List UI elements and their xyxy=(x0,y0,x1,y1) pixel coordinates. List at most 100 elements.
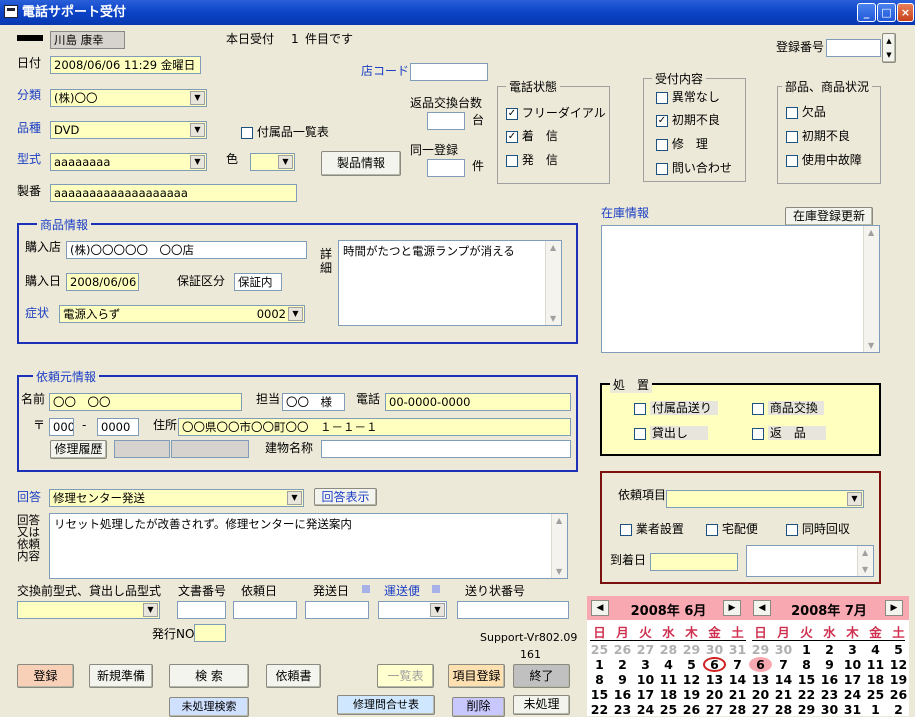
checkbox-icon[interactable] xyxy=(752,402,764,415)
model-select[interactable]: aaaaaaaa ▼ xyxy=(50,153,207,171)
close-button[interactable]: × xyxy=(897,3,914,22)
checkbox-icon[interactable] xyxy=(620,523,632,536)
calendar-day[interactable]: 30 xyxy=(818,702,841,717)
calendar-day[interactable]: 25 xyxy=(657,702,680,717)
zip1-field[interactable]: 000 xyxy=(49,418,74,436)
phone-freedial-checkbox[interactable]: ✓ フリーダイアル xyxy=(506,105,606,121)
calendar-day[interactable]: 26 xyxy=(680,702,703,717)
chevron-down-icon[interactable]: ▼ xyxy=(190,123,205,137)
phone-outgoing-checkbox[interactable]: 発 信 xyxy=(506,152,558,168)
chevron-down-icon[interactable]: ▼ xyxy=(430,603,445,617)
calendar-day[interactable]: 17 xyxy=(634,687,657,702)
exchange-model-select[interactable]: ▼ xyxy=(17,601,160,619)
calendar-day[interactable]: 29 xyxy=(680,642,703,657)
calendar-day[interactable]: 18 xyxy=(864,672,887,687)
reception-inquiry-checkbox[interactable]: 問い合わせ xyxy=(656,160,732,176)
checkbox-icon[interactable] xyxy=(634,427,646,440)
calendar-day[interactable]: 28 xyxy=(657,642,680,657)
detail-textarea[interactable]: 時間がたつと電源ランプが消える xyxy=(338,240,562,326)
action-accessory-send-checkbox[interactable]: 付属品送り xyxy=(634,400,718,416)
calendar-day[interactable]: 8 xyxy=(795,657,818,672)
calendar-day[interactable]: 24 xyxy=(634,702,657,717)
arrival-field[interactable] xyxy=(650,553,738,571)
calendar-day[interactable]: 10 xyxy=(634,672,657,687)
calendar-day[interactable]: 21 xyxy=(726,687,749,702)
phone-incoming-checkbox[interactable]: ✓ 着 信 xyxy=(506,128,558,144)
calendar-day[interactable]: 28 xyxy=(726,702,749,717)
calendar-day[interactable]: 19 xyxy=(887,672,910,687)
calendar-day[interactable]: 29 xyxy=(749,642,772,657)
person-field[interactable]: 〇〇 様 xyxy=(282,393,345,411)
checkbox-icon[interactable] xyxy=(706,523,718,536)
calendar-day[interactable]: 15 xyxy=(588,687,611,702)
calendar-day[interactable]: 28 xyxy=(772,702,795,717)
kind-select[interactable]: DVD ▼ xyxy=(50,121,207,139)
shop-field[interactable]: (株)〇〇〇〇〇 〇〇店 xyxy=(66,241,307,259)
calendar-day[interactable]: 13 xyxy=(749,672,772,687)
chevron-down-icon[interactable]: ▼ xyxy=(190,155,205,169)
checkbox-icon[interactable] xyxy=(656,138,668,151)
checkbox-icon[interactable] xyxy=(656,91,668,104)
chevron-down-icon[interactable]: ▼ xyxy=(190,91,205,105)
checkbox-icon[interactable] xyxy=(656,162,668,175)
category-select[interactable]: (株)〇〇 ▼ xyxy=(50,89,207,107)
checkbox-icon[interactable] xyxy=(634,402,646,415)
calendar-june-days[interactable]: 25 26 27 28 29 30 31 1 2 3 4 5 6 7 8 9 10 11 12 13 14 15 16 17 1… xyxy=(588,642,749,717)
calendar-day[interactable]: 4 xyxy=(657,657,680,672)
accessory-list-checkbox[interactable]: 付属品一覧表 xyxy=(241,124,329,140)
parts-in-use-failure-checkbox[interactable]: 使用中故障 xyxy=(786,152,862,168)
calendar-day[interactable]: 8 xyxy=(588,672,611,687)
calendar-day[interactable]: 31 xyxy=(841,702,864,717)
calendar-day[interactable]: 24 xyxy=(841,687,864,702)
color-select[interactable]: ▼ xyxy=(250,153,295,171)
calendar-day[interactable]: 2 xyxy=(818,642,841,657)
calendar-day[interactable]: 13 xyxy=(703,672,726,687)
purchase-date-field[interactable]: 2008/06/06 xyxy=(66,273,139,291)
pending-button[interactable]: 未処理 xyxy=(513,695,570,715)
reg-no-spinner[interactable]: ▲ ▼ xyxy=(882,33,896,63)
search-button[interactable]: 検 索 xyxy=(169,664,249,688)
calendar-day[interactable]: 22 xyxy=(588,702,611,717)
action-return-checkbox[interactable]: 返 品 xyxy=(752,425,826,441)
calendar-day[interactable]: 21 xyxy=(772,687,795,702)
request-doc-button[interactable]: 依頼書 xyxy=(266,664,321,688)
calendar-july-days[interactable]: 29 30 1 2 3 4 5 6 7 8 9 10 11 12 13 14 15 16 17 18 19 20 21 22 2… xyxy=(749,642,910,717)
reception-repair-checkbox[interactable]: 修 理 xyxy=(656,136,708,152)
calendar-day[interactable]: 25 xyxy=(864,687,887,702)
calendar-day-today[interactable]: 6 xyxy=(703,657,726,672)
calendar-day[interactable]: 2 xyxy=(611,657,634,672)
calendar-july[interactable]: ◀ 2008年 7月 ▶ 日月火水木金土 29 30 1 2 3 4 5 6 7 8 9 10 11 12… xyxy=(749,596,910,717)
reception-normal-checkbox[interactable]: 異常なし xyxy=(656,89,720,105)
calendar-day[interactable]: 9 xyxy=(818,657,841,672)
checkbox-icon[interactable] xyxy=(786,130,798,143)
minimize-button[interactable]: _ xyxy=(857,3,876,22)
calendar-day[interactable]: 16 xyxy=(818,672,841,687)
action-loan-checkbox[interactable]: 貸出し xyxy=(634,425,708,441)
maximize-button[interactable]: □ xyxy=(877,3,896,22)
reg-no-field[interactable] xyxy=(826,39,881,57)
calendar-day[interactable]: 11 xyxy=(864,657,887,672)
calendar-day[interactable]: 11 xyxy=(657,672,680,687)
calendar-day[interactable]: 27 xyxy=(634,642,657,657)
slip-no-field[interactable] xyxy=(457,601,569,619)
chevron-down-icon[interactable]: ▼ xyxy=(143,603,158,617)
calendar-day[interactable]: 12 xyxy=(680,672,703,687)
calendar-day[interactable]: 7 xyxy=(726,657,749,672)
request-installer-checkbox[interactable]: 業者設置 xyxy=(620,521,684,537)
scrollbar[interactable] xyxy=(551,514,567,578)
reception-initial-defect-checkbox[interactable]: ✓ 初期不良 xyxy=(656,112,720,128)
calendar-day[interactable]: 14 xyxy=(726,672,749,687)
calendar-day[interactable]: 30 xyxy=(772,642,795,657)
calendar-day[interactable]: 1 xyxy=(795,642,818,657)
unprocessed-search-button[interactable]: 未処理検索 xyxy=(169,697,249,717)
calendar-day[interactable]: 18 xyxy=(657,687,680,702)
calendar-day-today[interactable]: 6 xyxy=(749,657,772,672)
calendar-day[interactable]: 26 xyxy=(887,687,910,702)
item-register-button[interactable]: 項目登録 xyxy=(448,664,505,688)
symptom-select[interactable]: 電源入らず 0002 ▼ xyxy=(59,305,305,323)
tel-field[interactable]: 00-0000-0000 xyxy=(385,393,571,411)
calendar-day[interactable]: 30 xyxy=(703,642,726,657)
check-icon[interactable]: ✓ xyxy=(506,130,518,143)
title-bar[interactable]: 電話サポート受付 _ □ × xyxy=(0,0,915,25)
calendar-day[interactable]: 23 xyxy=(818,687,841,702)
